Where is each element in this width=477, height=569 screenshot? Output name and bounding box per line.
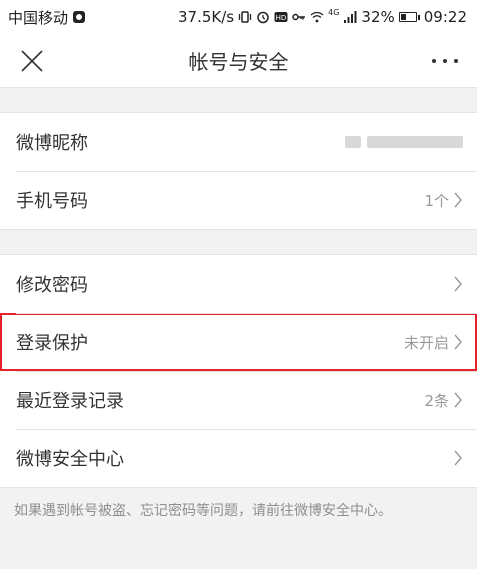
app-notification-icon [73, 11, 86, 23]
row-value: 未开启 [403, 333, 449, 352]
row-label: 微博安全中心 [16, 449, 124, 470]
row-value: 1个 [424, 191, 449, 210]
row-label: 最近登录记录 [16, 391, 124, 412]
chevron-right-icon [454, 192, 462, 208]
security-group: 修改密码 登录保护 未开启 最近登录记录 2条 微博安全中心 [0, 254, 477, 488]
change-password-row[interactable]: 修改密码 [0, 255, 477, 313]
more-icon [432, 58, 458, 63]
nickname-value-redacted [345, 136, 463, 148]
help-note: 如果遇到帐号被盗、忘记密码等问题，请前往微博安全中心。 [14, 503, 392, 519]
vibrate-icon [238, 11, 252, 23]
close-icon [21, 49, 43, 72]
more-button[interactable] [429, 45, 461, 77]
clock: 09:22 [423, 8, 467, 26]
chevron-right-icon [454, 334, 462, 350]
nav-bar: 帐号与安全 [0, 34, 477, 88]
nickname-row[interactable]: 微博昵称 [0, 113, 477, 171]
account-info-group: 微博昵称 手机号码 1个 [0, 112, 477, 230]
signal-icon [344, 11, 357, 23]
row-value: 2条 [424, 391, 449, 410]
row-label: 微博昵称 [16, 133, 88, 154]
svg-text:HD: HD [276, 14, 287, 22]
security-center-row[interactable]: 微博安全中心 [0, 429, 477, 487]
carrier-label: 中国移动 [8, 8, 69, 27]
battery-percent: 32% [361, 8, 395, 26]
battery-icon [398, 12, 420, 22]
hd-icon: HD [274, 12, 288, 22]
network-speed: 37.5K/s [178, 8, 235, 26]
phone-row[interactable]: 手机号码 1个 [0, 171, 477, 229]
chevron-right-icon [454, 450, 462, 466]
chevron-right-icon [454, 276, 462, 292]
alarm-icon [257, 11, 269, 24]
row-label: 手机号码 [16, 191, 88, 212]
page-title: 帐号与安全 [188, 50, 289, 74]
status-right: 37.5K/s HD 4G 32% 09:22 [178, 7, 467, 27]
network-type: 4G [328, 7, 340, 17]
status-bar: 中国移动 37.5K/s HD 4G 32% 09:22 [0, 0, 477, 34]
status-left: 中国移动 [8, 7, 86, 28]
chevron-right-icon [454, 392, 462, 408]
key-icon [292, 13, 306, 21]
close-button[interactable] [16, 45, 48, 77]
row-label: 修改密码 [16, 275, 88, 296]
wifi-icon [310, 11, 324, 23]
row-label: 登录保护 [16, 333, 88, 354]
recent-login-row[interactable]: 最近登录记录 2条 [0, 371, 477, 429]
login-protection-row[interactable]: 登录保护 未开启 [0, 313, 477, 371]
